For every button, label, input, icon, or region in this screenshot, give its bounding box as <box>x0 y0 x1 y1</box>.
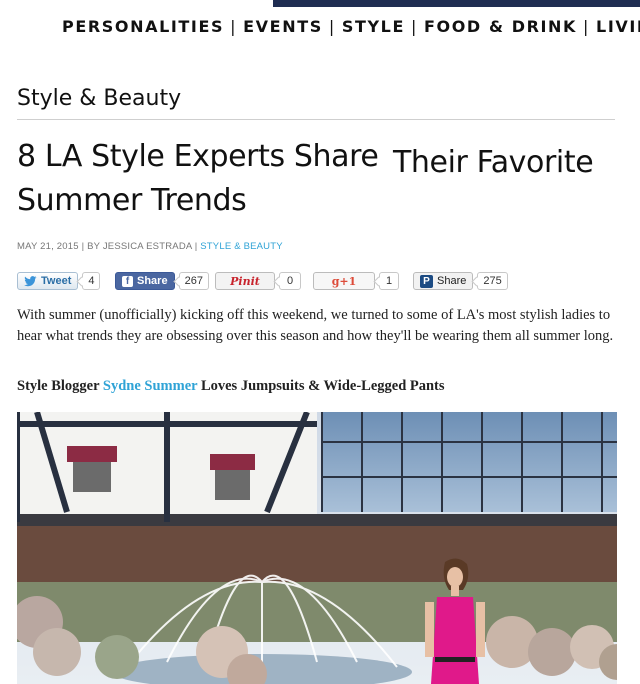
p-share: P Share 275 <box>413 271 508 291</box>
facebook-share-button[interactable]: f Share <box>115 272 175 290</box>
top-banner-strip <box>273 0 640 7</box>
pinterest-count: 0 <box>279 272 301 290</box>
p-share-count: 275 <box>477 272 508 290</box>
article-meta: MAY 21, 2015 | BY JESSICA ESTRADA | STYL… <box>17 241 283 252</box>
twitter-bird-icon <box>24 275 37 286</box>
google-plus-icon: g <box>331 274 340 288</box>
article-date: MAY 21, 2015 <box>17 241 79 252</box>
pinterest-button[interactable]: Pinit <box>215 272 275 290</box>
article-title-part2: Their Favorite <box>393 145 594 180</box>
nav-item-food-drink[interactable]: FOOD & DRINK <box>424 17 577 36</box>
subhead-suffix: Loves Jumpsuits & Wide-Legged Pants <box>200 378 445 394</box>
p-share-button[interactable]: P Share <box>413 272 474 290</box>
facebook-share: f Share 267 <box>115 271 209 291</box>
section-divider <box>17 119 615 120</box>
article-subhead: Style Blogger Sydne Summer Loves Jumpsui… <box>17 378 445 395</box>
nav-separator: | <box>230 17 238 36</box>
google-plus-share: g +1 1 <box>313 271 399 291</box>
tweet-count: 4 <box>82 272 101 290</box>
nav-item-events[interactable]: EVENTS <box>243 17 323 36</box>
subhead-blogger-link[interactable]: Sydne Summer <box>103 378 197 394</box>
hero-photo-illustration <box>17 412 617 684</box>
article-byline: BY JESSICA ESTRADA <box>87 241 192 252</box>
facebook-share-label: Share <box>137 275 168 287</box>
pinterest-share: Pinit 0 <box>215 271 301 291</box>
article-title-part3: Summer Trends <box>17 183 247 218</box>
subhead-prefix: Style Blogger <box>17 378 100 394</box>
google-plus-count: 1 <box>379 272 399 290</box>
article-title-part1: 8 LA Style Experts Share <box>17 139 379 174</box>
google-plus-label: +1 <box>339 274 357 288</box>
article-category-link[interactable]: STYLE & BEAUTY <box>200 241 283 252</box>
main-nav: PERSONALITIES | EVENTS | STYLE | FOOD & DRINK |… <box>62 17 640 41</box>
facebook-icon: f <box>122 275 133 287</box>
nav-separator: | <box>410 17 418 36</box>
facebook-share-count: 267 <box>178 272 209 290</box>
nav-item-personalities[interactable]: PERSONALITIES <box>62 17 224 36</box>
nav-separator: | <box>583 17 591 36</box>
nav-separator: | <box>328 17 336 36</box>
nav-item-style[interactable]: STYLE <box>342 17 405 36</box>
tweet-share: Tweet 4 <box>17 271 101 291</box>
pinterest-label: Pinit <box>230 274 260 288</box>
p-share-icon: P <box>420 274 433 288</box>
article-intro: With summer (unofficially) kicking off t… <box>17 307 614 344</box>
article-hero-photo <box>17 412 617 684</box>
p-share-label: Share <box>437 275 467 287</box>
nav-item-living[interactable]: LIVING <box>596 17 640 36</box>
google-plus-button[interactable]: g +1 <box>313 272 375 290</box>
tweet-button[interactable]: Tweet <box>17 272 79 290</box>
tweet-label: Tweet <box>41 275 72 287</box>
section-title: Style & Beauty <box>17 86 182 111</box>
